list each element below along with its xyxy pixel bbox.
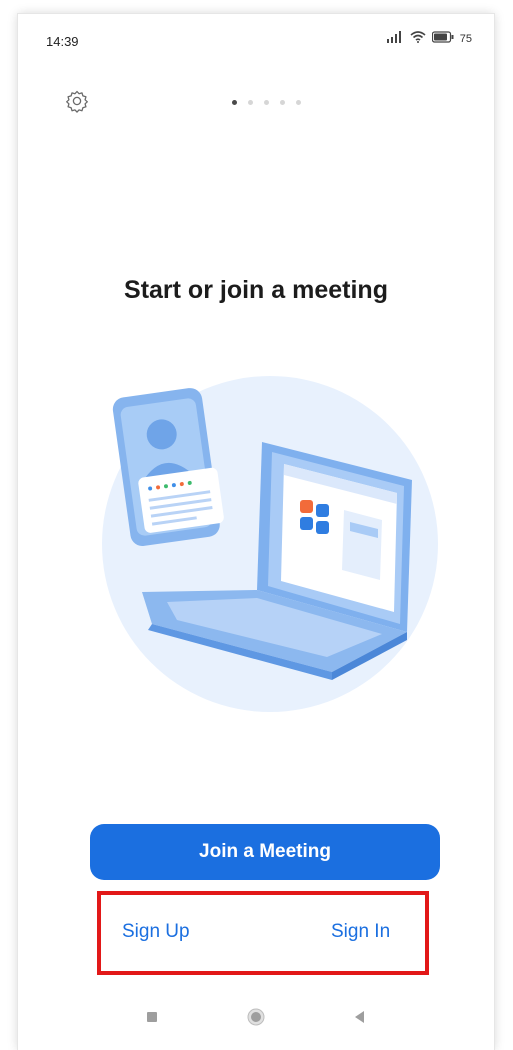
sign-in-link[interactable]: Sign In [331,921,390,943]
android-nav-bar [18,999,494,1049]
page-dot [264,100,269,105]
wifi-icon [410,30,426,48]
back-icon [354,1010,366,1029]
home-icon [246,1007,266,1032]
page-title: Start or join a meeting [124,276,388,304]
page-dot [296,100,301,105]
status-time: 14:39 [46,34,79,49]
meeting-illustration [82,362,452,762]
page-dot-active [232,100,237,105]
join-meeting-button[interactable]: Join a Meeting [90,824,440,880]
phone-screen: 14:39 75 Start or join a meeting Join a … [18,14,494,1050]
sign-up-link[interactable]: Sign Up [122,921,190,943]
status-icons: 75 [386,30,472,48]
battery-icon [431,30,454,48]
home-button[interactable] [236,999,276,1039]
signal-icon [386,30,404,48]
recent-apps-button[interactable] [132,999,172,1039]
page-dot [280,100,285,105]
settings-button[interactable] [64,90,90,116]
battery-percent: 75 [459,33,472,45]
gear-icon [65,89,89,118]
page-indicator [232,100,301,105]
recent-apps-icon [146,1010,158,1028]
back-button[interactable] [340,999,380,1039]
page-dot [248,100,253,105]
status-bar: 14:39 75 [18,14,494,56]
screenshot-frame: 14:39 75 Start or join a meeting Join a … [0,0,513,1050]
